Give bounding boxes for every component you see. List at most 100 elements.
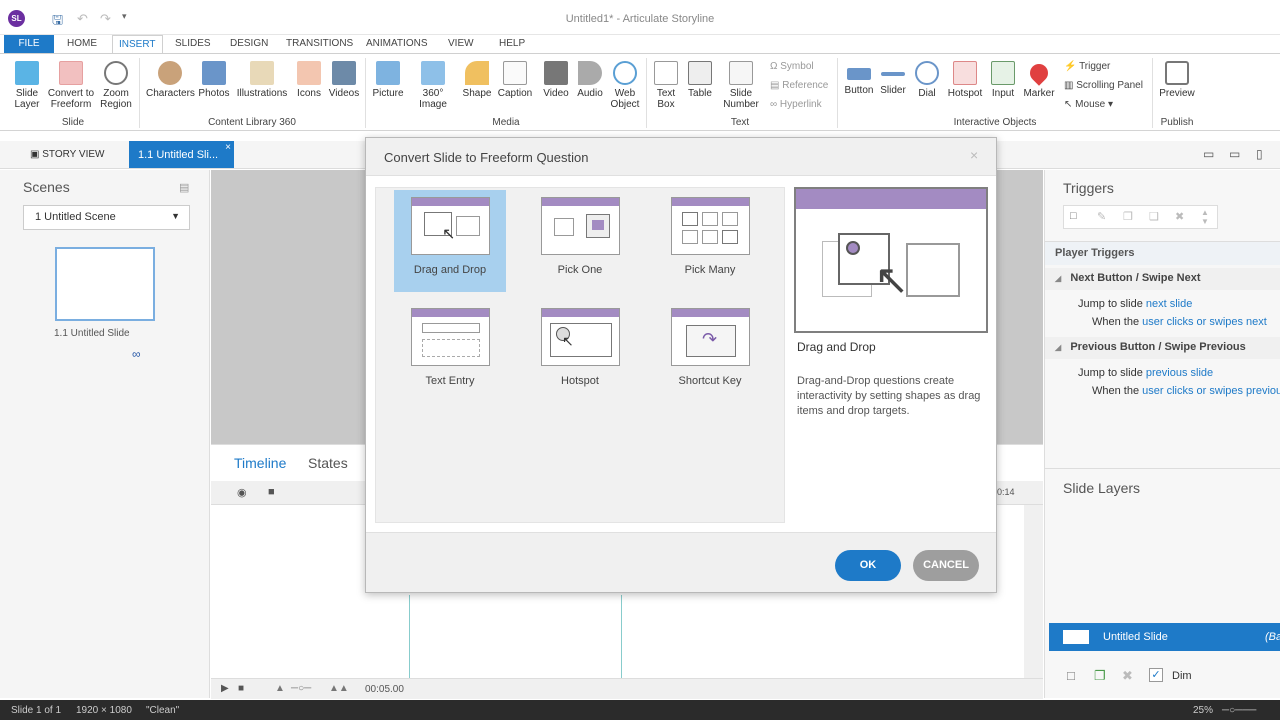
hyperlink-button[interactable]: ∞ Hyperlink <box>770 99 822 110</box>
zoom-slider[interactable]: ─○─ <box>291 683 311 694</box>
characters-button[interactable]: Characters <box>146 58 195 99</box>
vertical-scrollbar[interactable] <box>1024 505 1043 678</box>
tab-file[interactable]: FILE <box>4 35 54 53</box>
tab-states[interactable]: States <box>308 455 348 471</box>
tab-design[interactable]: DESIGN <box>230 38 268 49</box>
tab-help[interactable]: HELP <box>499 38 525 49</box>
trigger-condition-previous[interactable]: When the user clicks or swipes previous <box>1092 385 1280 397</box>
table-button[interactable]: Table <box>684 58 716 99</box>
tab-slides[interactable]: SLIDES <box>175 38 211 49</box>
tab-view[interactable]: VIEW <box>448 38 474 49</box>
tab-timeline[interactable]: Timeline <box>234 455 286 471</box>
caption-button[interactable]: Caption <box>496 58 534 99</box>
copy-icon[interactable]: ❐ <box>1123 210 1133 223</box>
reference-button[interactable]: ▤ Reference <box>770 80 828 91</box>
title-bar: SL 🖫 ↶ ↷ ▾ Untitled1* - Articulate Story… <box>0 0 1280 35</box>
option-pick-one[interactable]: Pick One <box>524 190 636 292</box>
timeline-line <box>621 595 622 678</box>
eye-icon[interactable]: ◉ <box>237 486 247 499</box>
speaker-icon <box>578 61 602 85</box>
stop-icon[interactable]: ■ <box>238 683 244 694</box>
360-image-button[interactable]: 360° Image <box>408 58 458 110</box>
option-hotspot[interactable]: ↖ Hotspot <box>524 301 636 403</box>
videos-button[interactable]: Videos <box>327 58 361 99</box>
convert-to-freeform-button[interactable]: Convert to Freeform <box>45 58 97 110</box>
edit-trigger-icon[interactable]: ✎ <box>1097 210 1106 223</box>
play-icon[interactable]: ▶ <box>221 683 229 694</box>
scene-dropdown[interactable]: 1 Untitled Scene ▼ <box>23 205 190 230</box>
close-tab-icon[interactable]: × <box>225 142 231 153</box>
input-button[interactable]: Input <box>986 58 1020 99</box>
collapse-icon[interactable]: ▤ <box>179 181 189 194</box>
video-button[interactable]: Video <box>540 58 572 99</box>
trigger-button[interactable]: ⚡ Trigger <box>1064 61 1110 72</box>
zoom-out-icon[interactable]: ▲ <box>275 683 285 694</box>
lock-icon[interactable]: ■ <box>268 486 275 498</box>
photos-button[interactable]: Photos <box>197 58 231 99</box>
delete-icon[interactable]: ✖ <box>1175 210 1184 223</box>
slide-thumbnail[interactable] <box>55 247 155 321</box>
option-text-entry[interactable]: Text Entry <box>394 301 506 403</box>
timeline-footer: ▶ ■ ▲ ─○─ ▲▲ 00:05.00 <box>211 678 1043 699</box>
dim-checkbox[interactable]: ✓ <box>1149 668 1163 682</box>
story-view-tab[interactable]: ▣ STORY VIEW <box>30 149 104 160</box>
button-button[interactable]: Button <box>841 58 877 96</box>
audio-button[interactable]: Audio <box>574 58 606 99</box>
trigger-group-next[interactable]: ◢ Next Button / Swipe Next <box>1045 268 1280 290</box>
preview-button[interactable]: Preview <box>1157 58 1197 99</box>
trigger-condition-next[interactable]: When the user clicks or swipes next <box>1092 316 1267 328</box>
trigger-action-next[interactable]: Jump to slide next slide <box>1078 298 1192 310</box>
zoom-in-icon[interactable]: ▲▲ <box>329 683 349 694</box>
picture-button[interactable]: Picture <box>371 58 405 99</box>
collapse-arrow-icon: ◢ <box>1055 274 1062 283</box>
new-layer-icon[interactable]: □ <box>1067 668 1075 683</box>
slider-button[interactable]: Slider <box>876 58 910 96</box>
text-box-icon <box>654 61 678 85</box>
character-icon <box>158 61 182 85</box>
cancel-button[interactable]: CANCEL <box>913 550 979 581</box>
tab-home[interactable]: HOME <box>67 38 97 49</box>
tab-transitions[interactable]: TRANSITIONS <box>286 38 353 49</box>
close-icon[interactable]: × <box>970 147 978 163</box>
hotspot-button[interactable]: Hotspot <box>945 58 985 99</box>
web-object-button[interactable]: Web Object <box>608 58 642 110</box>
trigger-group-previous[interactable]: ◢ Previous Button / Swipe Previous <box>1045 337 1280 359</box>
globe-icon <box>613 61 637 85</box>
slide-number-button[interactable]: Slide Number <box>718 58 764 110</box>
zoom-slider[interactable]: ─○─── <box>1222 705 1256 716</box>
slide-layer-button[interactable]: Slide Layer <box>8 58 46 110</box>
new-trigger-icon[interactable]: □ <box>1070 210 1077 222</box>
preview-target <box>906 243 960 297</box>
option-pick-many[interactable]: Pick Many <box>654 190 766 292</box>
player-triggers-heading: Player Triggers <box>1045 241 1280 265</box>
move-icon[interactable]: ▲ ▼ <box>1201 208 1209 226</box>
dial-button[interactable]: Dial <box>912 58 942 99</box>
ok-button[interactable]: OK <box>835 550 901 581</box>
scrolling-panel-button[interactable]: ▥ Scrolling Panel <box>1064 80 1143 91</box>
slide-tab[interactable]: 1.1 Untitled Sli... × <box>129 141 234 168</box>
marker-button[interactable]: Marker <box>1021 58 1057 99</box>
zoom-region-button[interactable]: Zoom Region <box>96 58 136 110</box>
landscape-view-icon[interactable]: ▭ <box>1229 147 1240 161</box>
portrait-view-icon[interactable]: ▯ <box>1256 147 1263 161</box>
symbol-button[interactable]: Ω Symbol <box>770 61 814 72</box>
preview-description: Drag-and-Drop questions create interacti… <box>797 375 981 417</box>
tab-animations[interactable]: ANIMATIONS <box>366 38 427 49</box>
zoom-level: 25% <box>1193 705 1214 716</box>
normal-view-icon[interactable]: ▭ <box>1203 147 1214 161</box>
text-box-button[interactable]: Text Box <box>650 58 682 110</box>
shape-button[interactable]: Shape <box>461 58 493 99</box>
delete-layer-icon[interactable]: ✖ <box>1122 668 1133 684</box>
trigger-action-previous[interactable]: Jump to slide previous slide <box>1078 367 1213 379</box>
tab-insert[interactable]: INSERT <box>112 35 163 54</box>
option-shortcut-key[interactable]: ↷ Shortcut Key <box>654 301 766 403</box>
slide-layer-item[interactable]: Untitled Slide(Ba <box>1049 623 1280 651</box>
duplicate-layer-icon[interactable]: ❐ <box>1094 668 1106 684</box>
mouse-button[interactable]: ↖ Mouse ▾ <box>1064 99 1113 110</box>
preview-title: Drag and Drop <box>797 340 876 354</box>
illustrations-button[interactable]: Illustrations <box>234 58 290 99</box>
paste-icon[interactable]: ❑ <box>1149 210 1159 223</box>
icons-button[interactable]: Icons <box>295 58 323 99</box>
option-drag-and-drop[interactable]: ↖ Drag and Drop <box>394 190 506 292</box>
slide-layer-icon <box>15 61 39 85</box>
